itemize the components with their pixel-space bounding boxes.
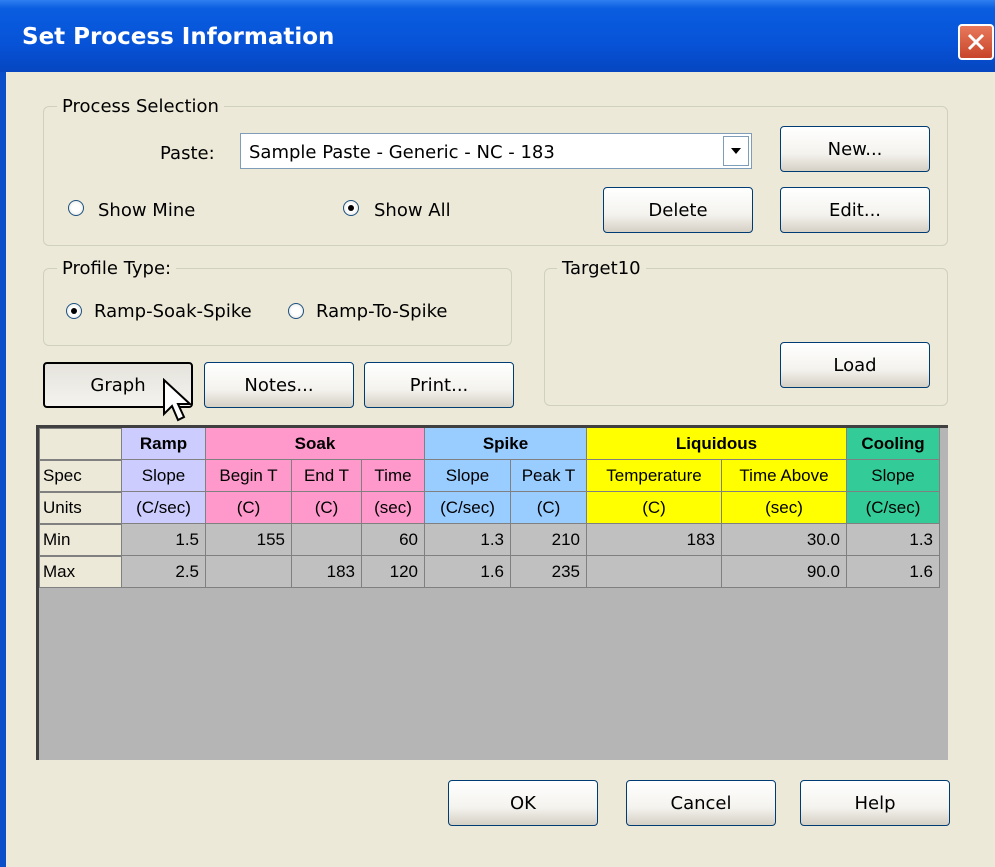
close-icon xyxy=(967,33,985,51)
paste-select[interactable]: Sample Paste - Generic - NC - 183 xyxy=(240,133,752,169)
row-label-max: Max xyxy=(39,556,122,588)
ramp-soak-spike-label[interactable]: Ramp-Soak-Spike xyxy=(94,301,252,322)
ramp-to-spike-radio[interactable] xyxy=(288,303,304,319)
units-cell: (sec) xyxy=(722,492,847,524)
group-header-cooling: Cooling xyxy=(847,428,940,460)
max-cell[interactable]: 1.6 xyxy=(425,556,511,588)
min-cell[interactable]: 30.0 xyxy=(722,524,847,556)
new-button[interactable]: New... xyxy=(780,126,930,172)
spec-cell: Slope xyxy=(122,460,206,492)
cancel-button[interactable]: Cancel xyxy=(626,780,776,826)
spec-cell: End T xyxy=(292,460,362,492)
chevron-down-icon xyxy=(731,148,741,154)
max-cell[interactable] xyxy=(206,556,292,588)
grid-corner-cell xyxy=(39,428,122,460)
units-cell: (sec) xyxy=(362,492,425,524)
units-cell: (C) xyxy=(206,492,292,524)
min-cell[interactable]: 1.3 xyxy=(847,524,940,556)
spec-cell: Time xyxy=(362,460,425,492)
group-header-liquidous: Liquidous xyxy=(587,428,847,460)
max-cell[interactable]: 90.0 xyxy=(722,556,847,588)
help-button[interactable]: Help xyxy=(800,780,950,826)
max-cell[interactable]: 183 xyxy=(292,556,362,588)
ok-button[interactable]: OK xyxy=(448,780,598,826)
spec-cell: Time Above xyxy=(722,460,847,492)
max-cell[interactable]: 235 xyxy=(511,556,587,588)
ramp-to-spike-label[interactable]: Ramp-To-Spike xyxy=(316,301,447,322)
units-cell: (C) xyxy=(587,492,722,524)
show-all-label[interactable]: Show All xyxy=(374,200,451,221)
show-mine-radio[interactable] xyxy=(68,200,84,216)
spec-cell: Slope xyxy=(425,460,511,492)
units-cell: (C/sec) xyxy=(122,492,206,524)
paste-select-value: Sample Paste - Generic - NC - 183 xyxy=(249,142,555,163)
group-header-spike: Spike xyxy=(425,428,587,460)
print-button[interactable]: Print... xyxy=(364,362,514,408)
units-cell: (C) xyxy=(292,492,362,524)
min-cell[interactable]: 60 xyxy=(362,524,425,556)
min-cell[interactable] xyxy=(292,524,362,556)
target-legend: Target10 xyxy=(557,258,646,279)
close-button[interactable] xyxy=(958,24,994,60)
mouse-pointer-icon xyxy=(163,378,193,422)
units-cell: (C/sec) xyxy=(425,492,511,524)
delete-button[interactable]: Delete xyxy=(603,187,753,233)
row-label-units: Units xyxy=(39,492,122,524)
spec-cell: Peak T xyxy=(511,460,587,492)
min-cell[interactable]: 1.5 xyxy=(122,524,206,556)
show-mine-label[interactable]: Show Mine xyxy=(98,200,195,221)
max-cell[interactable]: 120 xyxy=(362,556,425,588)
max-cell[interactable] xyxy=(587,556,722,588)
min-cell[interactable]: 155 xyxy=(206,524,292,556)
dialog-window: Set Process Information Process Selectio… xyxy=(0,0,995,867)
window-title: Set Process Information xyxy=(22,24,335,50)
min-cell[interactable]: 183 xyxy=(587,524,722,556)
max-cell[interactable]: 1.6 xyxy=(847,556,940,588)
process-selection-legend: Process Selection xyxy=(57,96,224,117)
spec-cell: Begin T xyxy=(206,460,292,492)
paste-label: Paste: xyxy=(160,143,215,164)
units-cell: (C/sec) xyxy=(847,492,940,524)
notes-button[interactable]: Notes... xyxy=(204,362,354,408)
max-cell[interactable]: 2.5 xyxy=(122,556,206,588)
spec-grid[interactable]: Ramp Soak Spike Liquidous Cooling Spec Slope Be… xyxy=(36,425,948,760)
units-cell: (C) xyxy=(511,492,587,524)
show-all-radio[interactable] xyxy=(343,200,359,216)
group-header-ramp: Ramp xyxy=(122,428,206,460)
row-label-min: Min xyxy=(39,524,122,556)
title-bar[interactable]: Set Process Information xyxy=(0,0,995,72)
spec-cell: Slope xyxy=(847,460,940,492)
min-cell[interactable]: 1.3 xyxy=(425,524,511,556)
row-label-spec: Spec xyxy=(39,460,122,492)
min-cell[interactable]: 210 xyxy=(511,524,587,556)
load-button[interactable]: Load xyxy=(780,342,930,388)
group-header-soak: Soak xyxy=(206,428,425,460)
edit-button[interactable]: Edit... xyxy=(780,187,930,233)
profile-type-legend: Profile Type: xyxy=(57,258,177,279)
ramp-soak-spike-radio[interactable] xyxy=(66,303,82,319)
spec-cell: Temperature xyxy=(587,460,722,492)
dropdown-arrow-button[interactable] xyxy=(723,136,749,166)
